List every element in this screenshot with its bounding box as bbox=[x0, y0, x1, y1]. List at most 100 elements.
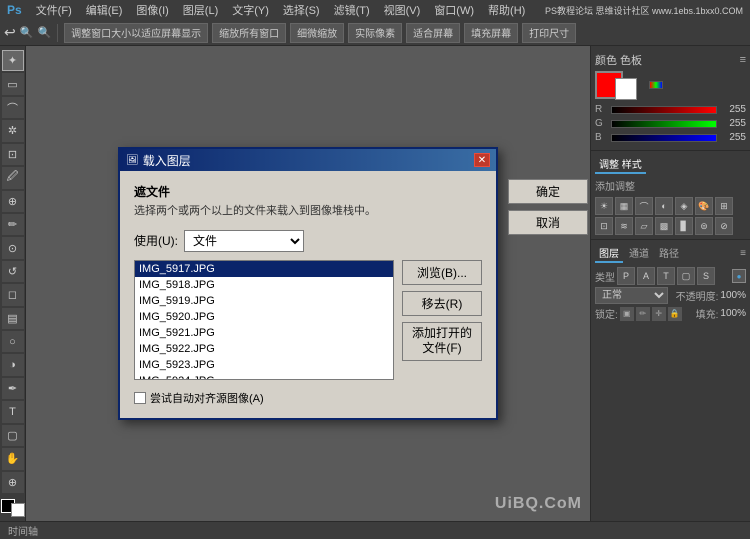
tool-dodge[interactable]: ◑ bbox=[2, 354, 24, 375]
tool-pen[interactable]: ✒ bbox=[2, 378, 24, 399]
adj-gradient-map[interactable]: ▱ bbox=[635, 217, 653, 235]
layers-panel-menu[interactable]: ≡ bbox=[740, 248, 746, 259]
adj-exposure[interactable]: ◐ bbox=[655, 197, 673, 215]
tool-blur[interactable]: ○ bbox=[2, 331, 24, 352]
file-list-item[interactable]: IMG_5917.JPG bbox=[135, 261, 393, 277]
menu-edit[interactable]: 编辑(E) bbox=[83, 2, 126, 18]
tool-crop[interactable]: ⊡ bbox=[2, 144, 24, 165]
tab-paths[interactable]: 路径 bbox=[655, 244, 683, 263]
adj-vibrance[interactable]: ◈ bbox=[675, 197, 693, 215]
btn-ok[interactable]: 确定 bbox=[508, 179, 588, 204]
zoom-icon2[interactable]: 🔍 bbox=[37, 26, 51, 39]
adj-threshold[interactable]: ▊ bbox=[675, 217, 693, 235]
menu-view[interactable]: 视图(V) bbox=[381, 2, 424, 18]
filter-text[interactable]: T bbox=[657, 267, 675, 285]
tool-history-brush[interactable]: ↺ bbox=[2, 261, 24, 282]
layer-type-filters: P A T ▢ S bbox=[617, 267, 730, 285]
btn-fit-screen[interactable]: 适合屏幕 bbox=[406, 23, 460, 43]
btn-zoom-all[interactable]: 缩放所有窗口 bbox=[212, 23, 286, 43]
bg-swatch[interactable] bbox=[615, 78, 637, 100]
file-list-item[interactable]: IMG_5918.JPG bbox=[135, 277, 393, 293]
lock-position[interactable]: ✛ bbox=[652, 307, 666, 321]
menu-help[interactable]: 帮助(H) bbox=[485, 2, 528, 18]
b-slider[interactable] bbox=[611, 134, 717, 142]
filter-shape[interactable]: ▢ bbox=[677, 267, 695, 285]
file-list-item[interactable]: IMG_5919.JPG bbox=[135, 293, 393, 309]
menu-text[interactable]: 文字(Y) bbox=[229, 2, 272, 18]
color-panel-title: 颜色 色板 bbox=[595, 52, 642, 68]
color-panel-menu-icon[interactable]: ≡ bbox=[740, 54, 746, 66]
adj-curves[interactable]: ⌒ bbox=[635, 197, 653, 215]
tool-spot-heal[interactable]: ⊕ bbox=[2, 191, 24, 212]
tool-hand[interactable]: ✋ bbox=[2, 448, 24, 469]
lock-all[interactable]: 🔒 bbox=[668, 307, 682, 321]
btn-fill-screen[interactable]: 填充屏幕 bbox=[464, 23, 518, 43]
tool-lasso[interactable]: ⌒ bbox=[2, 97, 24, 118]
dialog-use-select[interactable]: 文件 bbox=[184, 230, 304, 252]
tool-marquee[interactable]: ▭ bbox=[2, 73, 24, 94]
adj-posterize[interactable]: ▩ bbox=[655, 217, 673, 235]
dialog-close-button[interactable]: ✕ bbox=[474, 153, 490, 167]
file-list-item[interactable]: IMG_5920.JPG bbox=[135, 309, 393, 325]
menu-image[interactable]: 图像(I) bbox=[133, 2, 171, 18]
lock-transparent[interactable]: ▣ bbox=[620, 307, 634, 321]
tool-clone[interactable]: ⊙ bbox=[2, 237, 24, 258]
btn-resize-window[interactable]: 调整窗口大小以适应屏幕显示 bbox=[64, 23, 208, 43]
menu-select[interactable]: 选择(S) bbox=[280, 2, 323, 18]
file-list-item[interactable]: IMG_5921.JPG bbox=[135, 325, 393, 341]
adjustments-panel: 调整 样式 添加调整 ☀ ▦ ⌒ ◐ ◈ 🎨 ⊞ ⊡ ≋ ▱ ▩ ▊ ⊜ ⊘ bbox=[591, 151, 750, 240]
tool-brush[interactable]: ✏ bbox=[2, 214, 24, 235]
adj-brightness[interactable]: ☀ bbox=[595, 197, 613, 215]
layer-blend-mode-select[interactable]: 正常 bbox=[595, 287, 668, 304]
btn-actual-pixels[interactable]: 实际像素 bbox=[348, 23, 402, 43]
adj-invert[interactable]: ⊘ bbox=[715, 217, 733, 235]
adj-photo-filter[interactable]: ⊡ bbox=[595, 217, 613, 235]
adj-color-balance[interactable]: ⊞ bbox=[715, 197, 733, 215]
btn-remove[interactable]: 移去(R) bbox=[402, 291, 482, 316]
g-slider[interactable] bbox=[611, 120, 717, 128]
fill-label: 填充: bbox=[696, 306, 719, 321]
color-swatches bbox=[595, 70, 746, 100]
adj-selective-color[interactable]: ⊜ bbox=[695, 217, 713, 235]
btn-add-open[interactable]: 添加打开的文件(F) bbox=[402, 322, 482, 361]
btn-print-size[interactable]: 打印尺寸 bbox=[522, 23, 576, 43]
menu-file[interactable]: 文件(F) bbox=[33, 2, 75, 18]
btn-fine-zoom[interactable]: 细微缩放 bbox=[290, 23, 344, 43]
file-list-item[interactable]: IMG_5922.JPG bbox=[135, 341, 393, 357]
fg-bg-colors[interactable] bbox=[1, 499, 25, 517]
btn-cancel[interactable]: 取消 bbox=[508, 210, 588, 235]
dialog-right-buttons: 浏览(B)... 移去(R) 添加打开的文件(F) bbox=[402, 260, 482, 380]
tab-adjustments[interactable]: 调整 样式 bbox=[595, 155, 646, 174]
adj-channel-mixer[interactable]: ≋ bbox=[615, 217, 633, 235]
dialog-auto-align-checkbox[interactable] bbox=[134, 392, 146, 404]
tab-channels[interactable]: 通道 bbox=[625, 244, 653, 263]
adj-levels[interactable]: ▦ bbox=[615, 197, 633, 215]
filter-smart[interactable]: S bbox=[697, 267, 715, 285]
tool-text[interactable]: T bbox=[2, 401, 24, 422]
lock-image[interactable]: ✏ bbox=[636, 307, 650, 321]
lock-icons: ▣ ✏ ✛ 🔒 bbox=[620, 307, 682, 321]
menu-bar: Ps 文件(F) 编辑(E) 图像(I) 图层(L) 文字(Y) 选择(S) 滤… bbox=[0, 0, 750, 20]
filter-pixel[interactable]: P bbox=[617, 267, 635, 285]
tool-magic-wand[interactable]: ✲ bbox=[2, 120, 24, 141]
r-slider[interactable] bbox=[611, 106, 717, 114]
zoom-icon[interactable]: 🔍 bbox=[20, 26, 34, 39]
tool-eyedropper[interactable]: 🖉 bbox=[2, 167, 24, 188]
tool-eraser[interactable]: ◻ bbox=[2, 284, 24, 305]
tool-gradient[interactable]: ▤ bbox=[2, 308, 24, 329]
adj-hue[interactable]: 🎨 bbox=[695, 197, 713, 215]
tool-shape[interactable]: ▢ bbox=[2, 425, 24, 446]
filter-adjust[interactable]: A bbox=[637, 267, 655, 285]
layer-filter-toggle[interactable]: ● bbox=[732, 269, 746, 283]
file-list-item[interactable]: IMG_5923.JPG bbox=[135, 357, 393, 373]
tool-move[interactable]: ✦ bbox=[2, 50, 24, 71]
dialog-listbox-container[interactable]: IMG_5917.JPGIMG_5918.JPGIMG_5919.JPGIMG_… bbox=[134, 260, 394, 380]
menu-filter[interactable]: 滤镜(T) bbox=[331, 2, 373, 18]
file-list-item[interactable]: IMG_5924.JPG bbox=[135, 373, 393, 380]
menu-layer[interactable]: 图层(L) bbox=[180, 2, 221, 18]
tool-arrow[interactable]: ↩ bbox=[4, 24, 16, 41]
btn-browse[interactable]: 浏览(B)... bbox=[402, 260, 482, 285]
menu-window[interactable]: 窗口(W) bbox=[431, 2, 477, 18]
tool-zoom[interactable]: ⊕ bbox=[2, 472, 24, 493]
tab-layers[interactable]: 图层 bbox=[595, 244, 623, 263]
